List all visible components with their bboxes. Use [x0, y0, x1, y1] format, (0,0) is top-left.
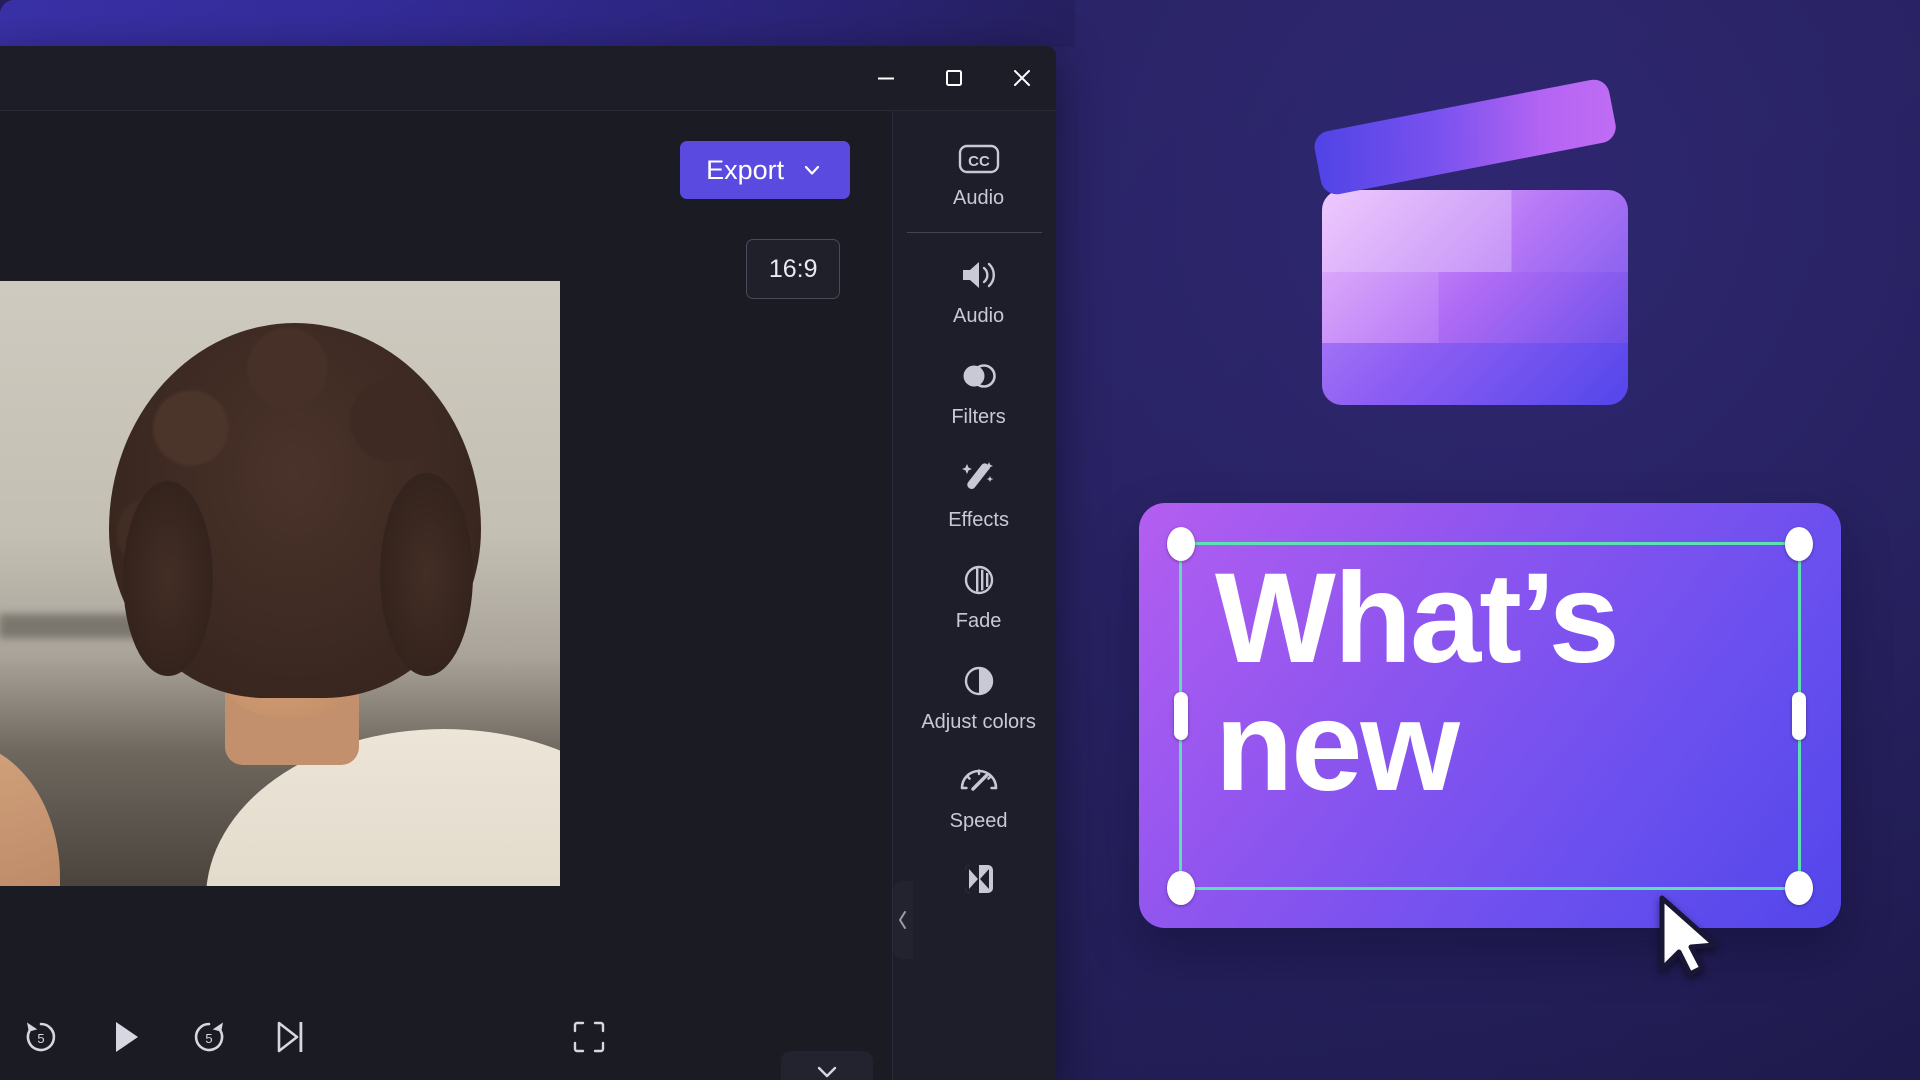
- rewind-5-button[interactable]: 5: [10, 1006, 72, 1068]
- minimize-icon: [878, 77, 894, 80]
- play-icon: [116, 1022, 138, 1052]
- chevron-down-icon: [805, 165, 820, 175]
- captions-cc-icon: CC: [958, 144, 999, 174]
- fullscreen-button[interactable]: [560, 1008, 618, 1066]
- text-selection-box: [1167, 527, 1813, 905]
- transition-icon: [964, 865, 993, 893]
- rail-item-filters[interactable]: Filters: [893, 340, 1056, 441]
- forward-5-label: 5: [205, 1031, 212, 1046]
- maximize-icon: [946, 70, 962, 86]
- title-bar: [0, 46, 1056, 111]
- preview-column: Export 16:9 5 5: [0, 111, 893, 1080]
- forward-5-seconds-icon: 5: [194, 1022, 224, 1052]
- clapperboard-band-3: [1322, 342, 1628, 405]
- chevron-down-icon: [817, 1066, 837, 1078]
- window-controls: [852, 46, 1056, 110]
- resize-handle-middle-left[interactable]: [1174, 692, 1188, 740]
- rail-item-label: Filters: [951, 406, 1006, 428]
- forward-5-button[interactable]: 5: [178, 1006, 240, 1068]
- close-icon: [1014, 70, 1030, 86]
- rail-item-label: Effects: [948, 509, 1009, 531]
- rail-item-speed[interactable]: Speed: [893, 746, 1056, 845]
- rail-item-label: Audio: [953, 187, 1005, 209]
- resize-handle-bottom-left[interactable]: [1167, 871, 1195, 905]
- clapperboard-band-2: [1322, 271, 1628, 343]
- mouse-pointer-cursor: [1659, 895, 1718, 977]
- rail-item-fade[interactable]: Fade: [893, 544, 1056, 645]
- minimize-button[interactable]: [852, 46, 920, 110]
- chevron-left-icon: [899, 911, 907, 929]
- video-preview[interactable]: [0, 281, 560, 886]
- editor-body: Export 16:9 5 5 CC Audio Audio Filters E…: [0, 111, 1056, 1080]
- rewind-5-seconds-icon: 5: [26, 1022, 56, 1052]
- speaker-volume-icon: [962, 262, 995, 288]
- rail-item-effects[interactable]: Effects: [893, 441, 1056, 544]
- svg-text:CC: CC: [968, 153, 990, 170]
- rail-item-adjust-colors[interactable]: Adjust colors: [893, 645, 1056, 746]
- export-button-label: Export: [706, 154, 785, 185]
- export-button[interactable]: Export: [680, 141, 851, 199]
- preview-stage: [0, 246, 892, 981]
- rail-item-label: Audio: [953, 305, 1005, 327]
- timeline-collapse-tab[interactable]: [781, 1051, 873, 1080]
- resize-handle-top-right[interactable]: [1785, 527, 1813, 561]
- play-button[interactable]: [90, 1006, 160, 1068]
- resize-handle-bottom-right[interactable]: [1785, 871, 1813, 905]
- skip-to-end-button[interactable]: [258, 1006, 320, 1068]
- rail-divider: [907, 232, 1042, 233]
- property-rail: CC Audio Audio Filters Effects Fade Adju…: [892, 111, 1056, 1080]
- transport-controls: 5 5: [0, 981, 893, 1080]
- preview-toolbar: Export 16:9: [0, 111, 892, 299]
- rail-item-transitions[interactable]: [893, 845, 1056, 923]
- rewind-5-label: 5: [37, 1031, 44, 1046]
- close-button[interactable]: [988, 46, 1056, 110]
- promo-text-card[interactable]: What’s new: [1139, 503, 1841, 928]
- fade-circle-icon: [964, 565, 993, 595]
- rail-item-captions[interactable]: CC Audio: [893, 125, 1056, 222]
- clipchamp-app-window: Export 16:9 5 5 CC Audio Audio Filters E…: [0, 46, 1056, 1080]
- skip-to-end-icon: [277, 1021, 303, 1053]
- filters-overlap-circles-icon: [963, 364, 996, 388]
- magic-wand-icon: [961, 462, 993, 489]
- transport-button-group: 5 5: [0, 1006, 320, 1068]
- rail-item-label: Fade: [955, 610, 1002, 632]
- fullscreen-icon: [573, 1021, 605, 1053]
- clipchamp-clapperboard-logo: [1311, 76, 1628, 405]
- rail-item-label: Speed: [949, 810, 1008, 832]
- speedometer-icon: [960, 769, 997, 791]
- clapperboard-band-1: [1322, 190, 1628, 272]
- resize-handle-middle-right[interactable]: [1792, 692, 1806, 740]
- clapperboard-body: [1322, 190, 1628, 405]
- maximize-button[interactable]: [920, 46, 988, 110]
- rail-collapse-button[interactable]: [893, 881, 914, 959]
- screenshot-root: Export 16:9 5 5 CC Audio Audio Filters E…: [0, 0, 1920, 1080]
- resize-handle-top-left[interactable]: [1167, 527, 1195, 561]
- rail-item-label: Adjust colors: [921, 711, 1036, 733]
- rail-item-audio[interactable]: Audio: [893, 239, 1056, 340]
- promo-top-accent-strip: [0, 0, 1075, 47]
- contrast-half-circle-icon: [964, 666, 993, 696]
